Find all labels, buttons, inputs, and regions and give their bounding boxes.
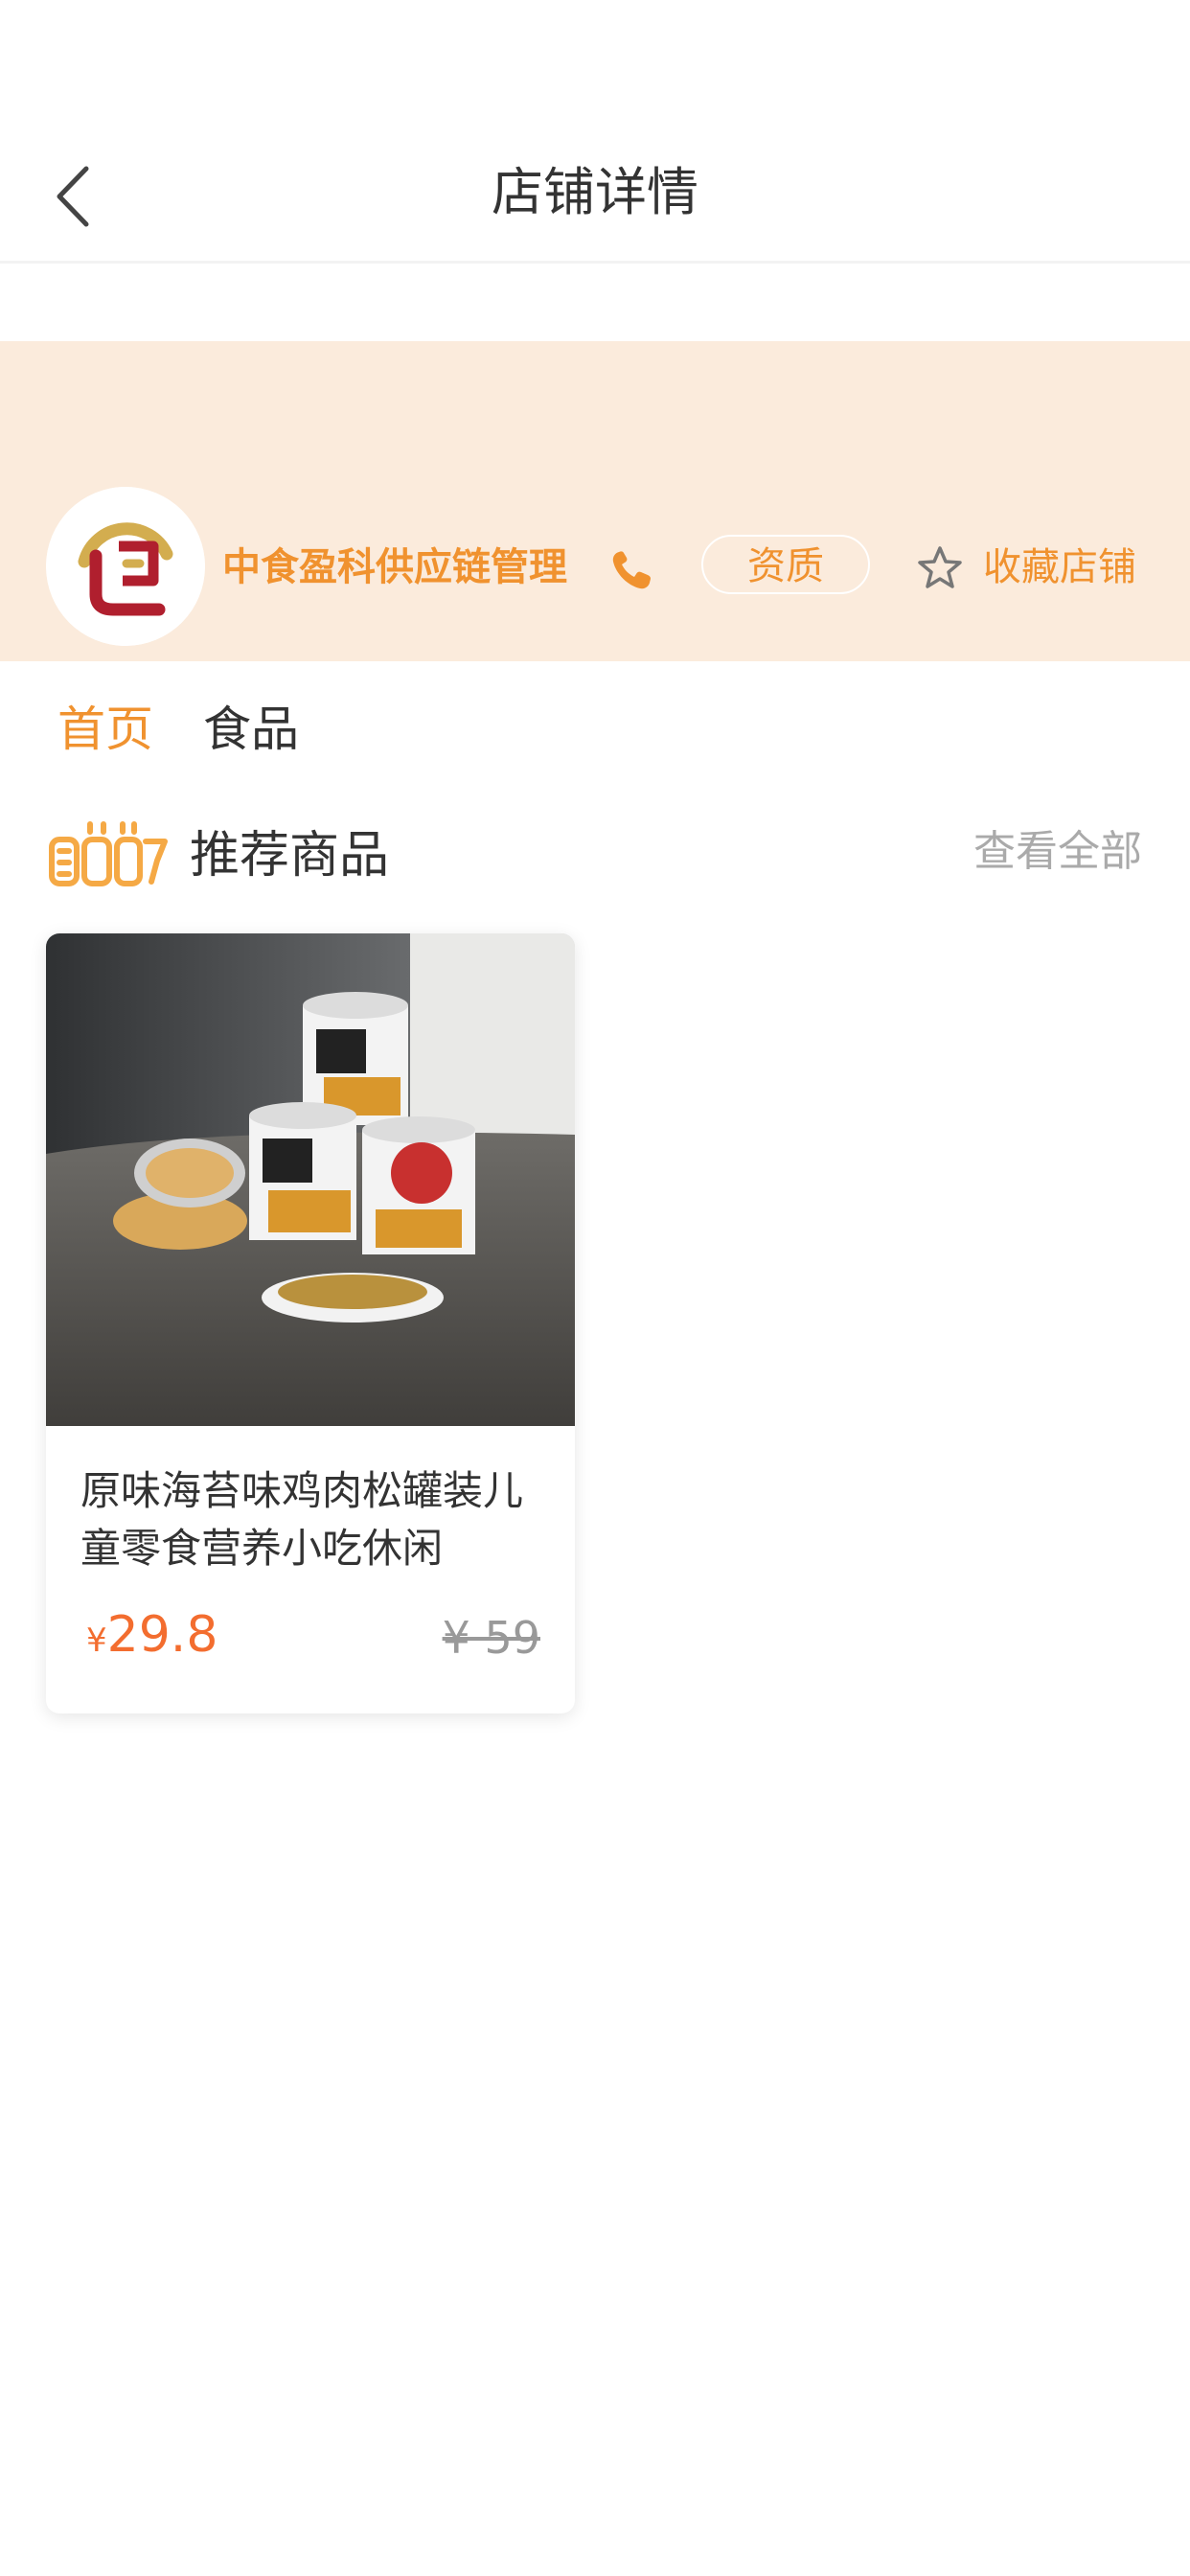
- star-outline-icon: [918, 546, 962, 588]
- price-value: 29.8: [106, 1606, 218, 1664]
- shop-logo: [46, 487, 205, 646]
- product-name: 原味海苔味鸡肉松罐装儿童零食营养小吃休闲: [80, 1467, 524, 1572]
- shop-banner: 中食盈科供应链管理 资质 收藏店铺: [0, 341, 1190, 661]
- shop-name: 中食盈科供应链管理: [222, 545, 567, 589]
- original-price: ¥ 59: [442, 1612, 540, 1664]
- favorite-shop-label: 收藏店铺: [983, 545, 1136, 589]
- product-image: [46, 933, 575, 1426]
- qualification-button[interactable]: 资质: [701, 535, 870, 594]
- shop-tabs: 首页 食品: [0, 661, 1190, 788]
- recommend-section-header: 推荐商品 查看全部: [0, 815, 1190, 901]
- phone-icon[interactable]: [609, 548, 653, 592]
- tab-food[interactable]: 食品: [203, 696, 299, 763]
- product-card[interactable]: 原味海苔味鸡肉松罐装儿童零食营养小吃休闲 ¥29.8 ¥ 59: [46, 933, 575, 1714]
- tab-home[interactable]: 首页: [57, 696, 153, 763]
- nav-bar: 店铺详情: [0, 126, 1190, 264]
- section-title: 推荐商品: [190, 827, 390, 885]
- page-title: 店铺详情: [492, 162, 698, 222]
- recommend-icon: [49, 821, 168, 886]
- currency-symbol: ¥: [86, 1622, 107, 1660]
- view-all-link[interactable]: 查看全部: [973, 818, 1142, 886]
- product-price: ¥29.8: [86, 1606, 217, 1664]
